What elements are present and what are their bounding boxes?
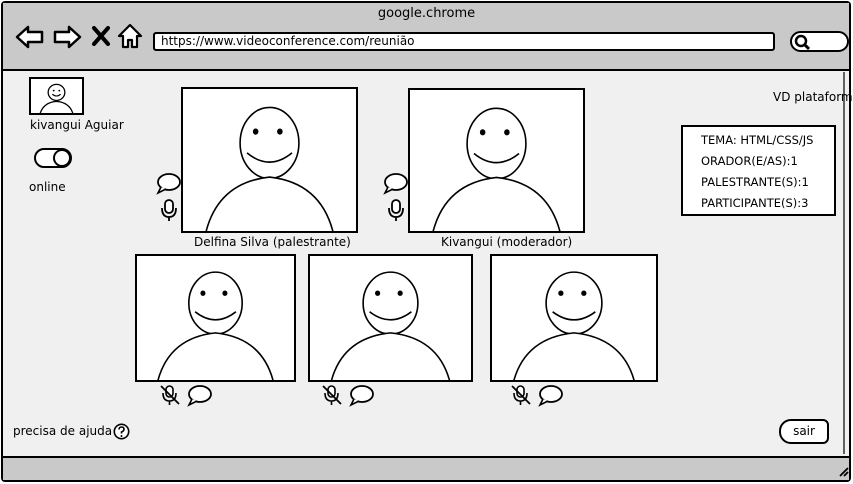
scrollbar[interactable] <box>843 72 845 454</box>
meeting-info-panel: TEMA: HTML/CSS/JS ORADOR(E/AS):1 PALESTR… <box>681 125 836 216</box>
user-name: kivangui Aguiar <box>30 118 124 132</box>
chat-icon[interactable] <box>156 173 181 195</box>
chat-icon[interactable] <box>349 385 374 407</box>
exit-button[interactable]: sair <box>779 419 829 444</box>
info-topic: TEMA: HTML/CSS/JS <box>701 133 814 147</box>
person-placeholder-icon <box>310 256 471 380</box>
person-placeholder-icon <box>137 256 294 380</box>
mic-muted-icon[interactable] <box>160 385 180 405</box>
status-bar <box>3 456 849 480</box>
video-tile-speaker[interactable] <box>181 87 358 233</box>
participant-2-controls <box>322 385 374 407</box>
resize-grip-icon[interactable] <box>838 464 850 478</box>
mic-muted-icon[interactable] <box>322 385 342 405</box>
chat-icon[interactable] <box>538 385 563 407</box>
moderator-name: Kivangui (moderador) <box>441 235 573 249</box>
participant-3-controls <box>511 385 563 407</box>
participant-1-controls <box>160 385 212 407</box>
home-icon[interactable] <box>117 23 143 49</box>
back-arrow-icon[interactable] <box>15 24 45 50</box>
mic-muted-icon[interactable] <box>511 385 531 405</box>
status-toggle[interactable] <box>33 146 73 170</box>
window-title: google.chrome <box>377 6 476 21</box>
speaker-name: Delfina Silva (palestrante) <box>194 235 351 249</box>
video-tile-participant-3[interactable] <box>490 254 658 382</box>
person-placeholder-icon <box>183 89 356 231</box>
question-icon[interactable] <box>113 423 130 440</box>
avatar <box>29 77 84 115</box>
person-placeholder-icon <box>492 256 656 380</box>
chat-icon[interactable] <box>383 173 408 195</box>
video-tile-participant-2[interactable] <box>308 254 473 382</box>
help-link[interactable]: precisa de ajuda <box>13 424 112 438</box>
info-lecturers: PALESTRANTE(S):1 <box>701 175 809 189</box>
help-label: precisa de ajuda <box>13 424 113 438</box>
search-icon[interactable] <box>794 34 810 50</box>
microphone-icon[interactable] <box>161 199 177 221</box>
platform-label: VD plataform <box>773 90 853 104</box>
user-status: online <box>29 180 66 194</box>
person-placeholder-icon <box>410 90 583 231</box>
moderator-controls <box>383 173 408 221</box>
speaker-controls <box>156 173 181 221</box>
forward-arrow-icon[interactable] <box>52 24 82 50</box>
info-speakers: ORADOR(E/AS):1 <box>701 154 798 168</box>
video-tile-moderator[interactable] <box>408 88 585 233</box>
smiley-avatar-icon <box>39 83 74 113</box>
microphone-icon[interactable] <box>388 199 404 221</box>
address-bar[interactable]: https://www.videoconference.com/reunião <box>153 32 775 51</box>
chat-icon[interactable] <box>187 385 212 407</box>
video-tile-participant-1[interactable] <box>135 254 296 382</box>
info-participants: PARTICIPANTE(S):3 <box>701 196 809 210</box>
close-x-icon[interactable] <box>92 26 110 46</box>
